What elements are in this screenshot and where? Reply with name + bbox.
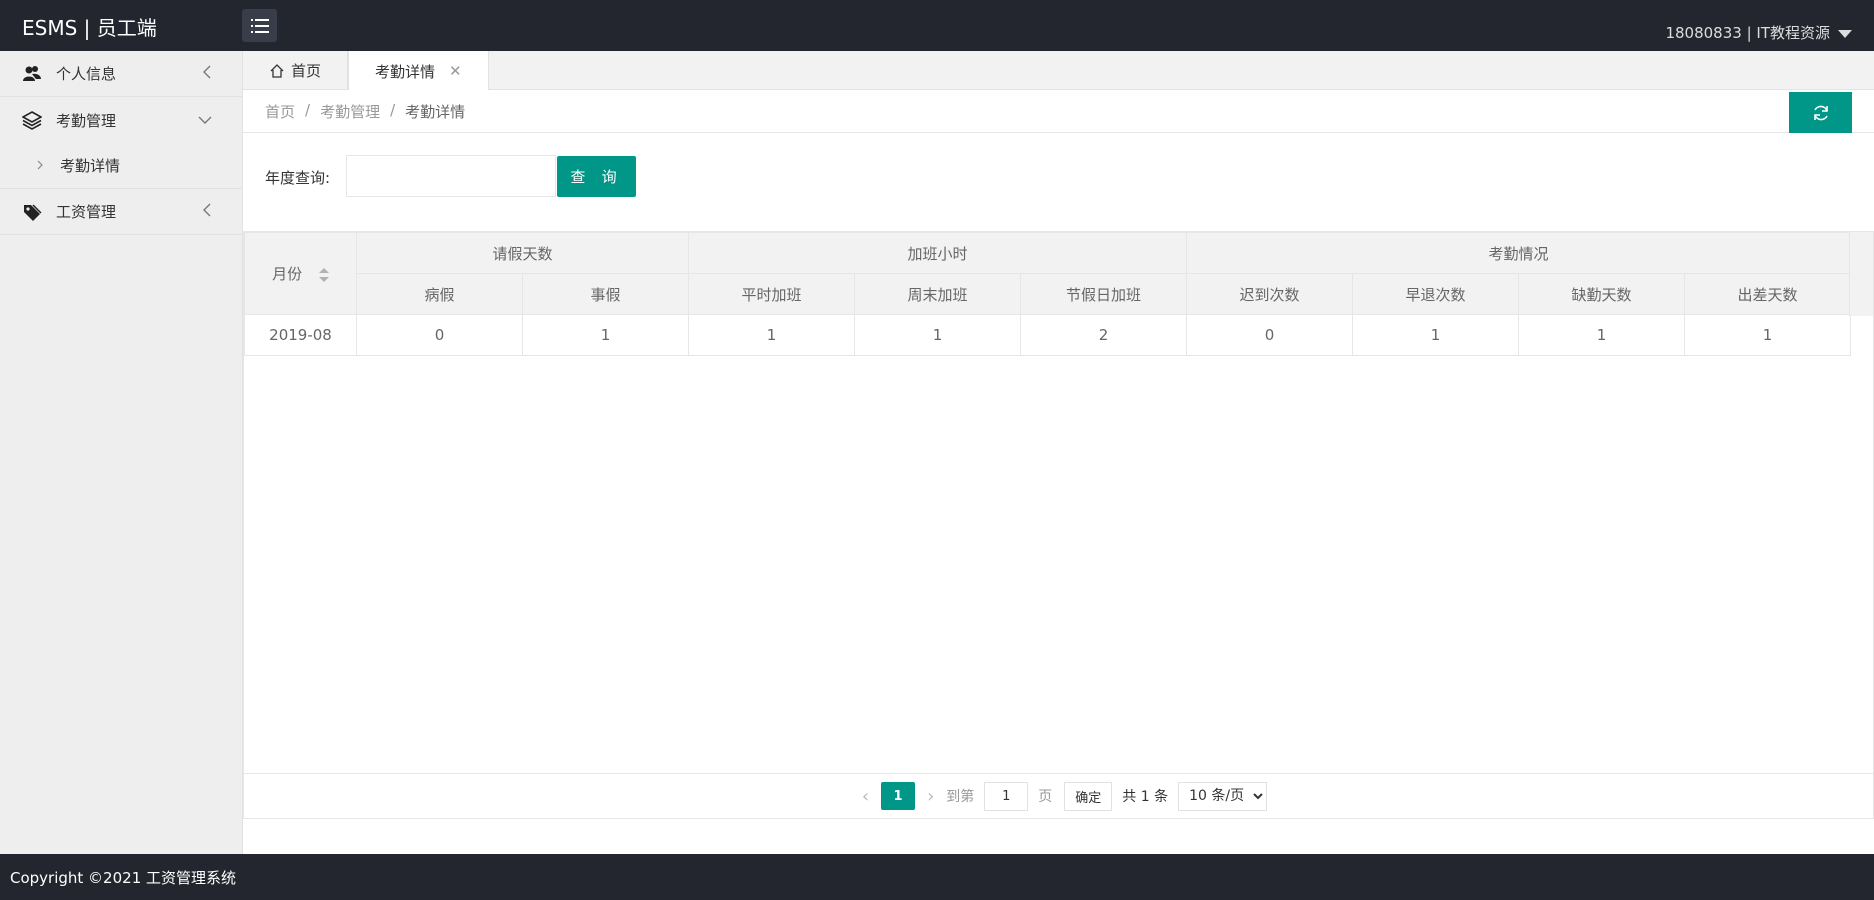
column-header: 事假 bbox=[521, 273, 690, 315]
tab-attendance-detail[interactable]: 考勤详情 ✕ bbox=[348, 51, 489, 91]
table-cell: 1 bbox=[854, 314, 1022, 356]
column-header: 早退次数 bbox=[1352, 273, 1520, 315]
tab-bar: 首页 考勤详情 ✕ bbox=[243, 51, 1874, 91]
table-cell: 2 bbox=[1020, 314, 1188, 356]
breadcrumb-item[interactable]: 首页 bbox=[265, 101, 295, 122]
table-cell: 0 bbox=[1186, 314, 1354, 356]
tab-label: 考勤详情 bbox=[375, 62, 436, 81]
sidebar-item-salary[interactable]: 工资管理 bbox=[0, 189, 242, 235]
table-row: 2019-08 0 1 1 1 2 0 1 1 1 bbox=[244, 314, 1852, 356]
query-form: 年度查询: 查 询 bbox=[243, 133, 1874, 231]
refresh-icon bbox=[1813, 105, 1828, 120]
page-size-select[interactable]: 10 条/页 bbox=[1178, 781, 1268, 811]
prev-page-icon[interactable]: ‹ bbox=[862, 786, 869, 807]
sidebar-item-personal-info[interactable]: 个人信息 bbox=[0, 51, 242, 97]
column-header: 病假 bbox=[356, 273, 523, 315]
refresh-button[interactable] bbox=[1789, 92, 1852, 133]
menu-toggle-button[interactable] bbox=[242, 9, 277, 42]
goto-confirm-button[interactable]: 确定 bbox=[1064, 781, 1113, 811]
copyright-text: Copyright ©2021 工资管理系统 bbox=[10, 868, 237, 887]
column-header-label: 月份 bbox=[272, 265, 303, 283]
page-unit-label: 页 bbox=[1038, 789, 1053, 805]
sidebar-subitem-attendance-detail[interactable]: 考勤详情 bbox=[0, 143, 242, 189]
column-header-month[interactable]: 月份 bbox=[244, 232, 357, 315]
year-query-label: 年度查询: bbox=[265, 169, 331, 187]
sidebar-item-label: 工资管理 bbox=[56, 203, 117, 221]
breadcrumb-current: 考勤详情 bbox=[405, 103, 466, 121]
breadcrumb: 首页 / 考勤管理 / 考勤详情 bbox=[265, 101, 465, 122]
user-group-icon bbox=[22, 64, 42, 84]
query-button[interactable]: 查 询 bbox=[557, 156, 636, 197]
breadcrumb-separator: / bbox=[305, 101, 311, 119]
app-brand: ESMS | 员工端 bbox=[22, 16, 157, 40]
attendance-table: 月份 请假天数 加班小时 考勤情况 病假 事假 平时加班 周末加班 节假日加班 … bbox=[244, 232, 1852, 356]
table-scroll-gutter bbox=[1849, 232, 1873, 316]
table-cell: 1 bbox=[1352, 314, 1520, 356]
table-cell: 1 bbox=[688, 314, 856, 356]
tag-icon bbox=[22, 202, 42, 222]
next-page-icon[interactable]: › bbox=[927, 786, 934, 807]
goto-page-input[interactable] bbox=[984, 781, 1029, 811]
top-header: ESMS | 员工端 18080833 | IT教程资源 bbox=[0, 0, 1874, 51]
table-cell: 1 bbox=[1684, 314, 1852, 356]
chevron-right-icon bbox=[36, 157, 44, 175]
breadcrumb-bar: 首页 / 考勤管理 / 考勤详情 bbox=[243, 90, 1874, 133]
pagination: ‹ 1 › 到第 页 确定 共 1 条 10 条/页 bbox=[243, 773, 1874, 819]
home-icon bbox=[270, 63, 284, 78]
close-icon[interactable]: ✕ bbox=[449, 62, 462, 80]
goto-label: 到第 bbox=[946, 789, 975, 805]
table-cell-month: 2019-08 bbox=[244, 314, 357, 356]
footer: Copyright ©2021 工资管理系统 bbox=[0, 854, 1874, 900]
chevron-left-icon bbox=[202, 203, 212, 221]
table-cell: 1 bbox=[521, 314, 690, 356]
breadcrumb-separator: / bbox=[390, 101, 396, 119]
sort-icon[interactable] bbox=[318, 267, 329, 282]
layers-icon bbox=[22, 110, 42, 130]
column-header: 节假日加班 bbox=[1020, 273, 1188, 315]
group-header: 考勤情况 bbox=[1186, 232, 1852, 274]
sidebar-item-label: 个人信息 bbox=[56, 65, 117, 83]
menu-icon bbox=[250, 18, 269, 33]
column-header: 出差天数 bbox=[1684, 273, 1852, 315]
sidebar: 个人信息 考勤管理 考勤详情 工资管理 bbox=[0, 51, 243, 854]
user-menu[interactable]: 18080833 | IT教程资源 bbox=[1665, 22, 1852, 43]
column-header: 平时加班 bbox=[688, 273, 856, 315]
sidebar-item-label: 考勤管理 bbox=[56, 111, 117, 130]
column-header: 缺勤天数 bbox=[1518, 273, 1686, 315]
sidebar-subitem-label: 考勤详情 bbox=[60, 157, 121, 175]
page-button-current[interactable]: 1 bbox=[881, 782, 916, 810]
chevron-left-icon bbox=[202, 65, 212, 83]
chevron-down-icon bbox=[198, 111, 212, 129]
group-header: 加班小时 bbox=[688, 232, 1188, 274]
table-cell: 0 bbox=[356, 314, 523, 356]
group-header: 请假天数 bbox=[355, 232, 690, 274]
table-cell: 1 bbox=[1518, 314, 1686, 356]
tab-label: 首页 bbox=[291, 62, 322, 80]
caret-down-icon bbox=[1838, 29, 1852, 38]
column-header: 迟到次数 bbox=[1186, 273, 1354, 315]
breadcrumb-item[interactable]: 考勤管理 bbox=[320, 101, 380, 122]
sidebar-item-attendance[interactable]: 考勤管理 bbox=[0, 97, 242, 143]
year-query-input[interactable] bbox=[346, 155, 556, 197]
total-count: 共 1 条 bbox=[1122, 789, 1169, 805]
column-header: 周末加班 bbox=[854, 273, 1022, 315]
tab-home[interactable]: 首页 bbox=[243, 51, 349, 90]
user-name: 18080833 | IT教程资源 bbox=[1665, 24, 1830, 42]
attendance-table-container: 月份 请假天数 加班小时 考勤情况 病假 事假 平时加班 周末加班 节假日加班 … bbox=[243, 231, 1874, 819]
